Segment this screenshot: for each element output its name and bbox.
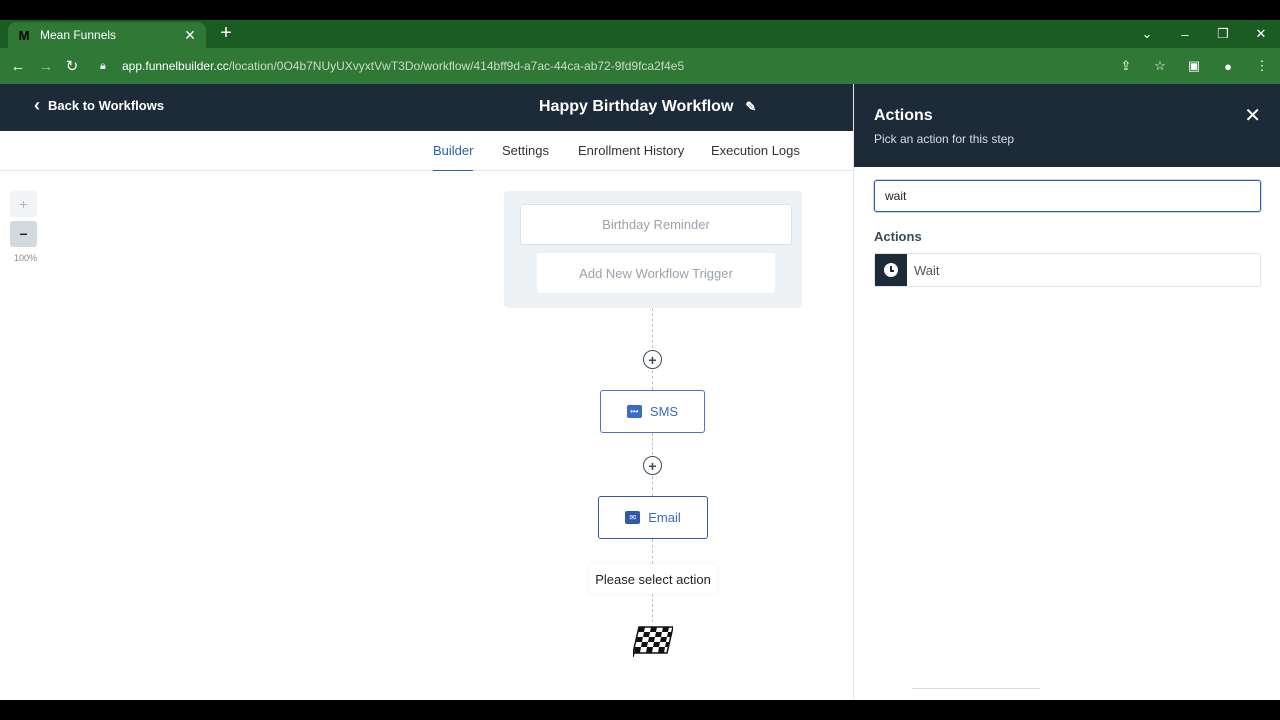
connector-line: [652, 594, 653, 622]
builder-canvas: + − 100% Birthday Reminder Add New Workf…: [0, 171, 853, 700]
zoom-in-button[interactable]: +: [10, 191, 37, 217]
add-trigger-button[interactable]: Add New Workflow Trigger: [537, 253, 775, 293]
back-label: Back to Workflows: [48, 97, 165, 113]
back-to-workflows-link[interactable]: ‹ Back to Workflows: [34, 95, 165, 115]
profile-avatar-icon[interactable]: ●: [1218, 56, 1238, 76]
workflow-title: Happy Birthday Workflow ✎: [539, 98, 756, 116]
envelope-icon: ✉: [625, 511, 641, 524]
finish-flag-icon: [633, 626, 673, 657]
minimize-icon[interactable]: –: [1166, 20, 1204, 48]
forward-arrow-icon[interactable]: →: [36, 56, 56, 76]
chevron-left-icon: ‹: [34, 95, 40, 115]
add-step-plus-icon[interactable]: +: [643, 350, 662, 369]
action-result-wait[interactable]: Wait: [874, 253, 1261, 287]
restore-icon[interactable]: ❐: [1204, 20, 1242, 48]
side-panel-icon[interactable]: ▣: [1184, 56, 1204, 76]
connector-line: [652, 476, 653, 496]
tab-title: Mean Funnels: [40, 28, 117, 42]
panel-scrollbar[interactable]: [912, 688, 1040, 689]
top-letterbox: [0, 0, 1280, 20]
tab-execution-logs[interactable]: Execution Logs: [711, 143, 800, 170]
sms-node-label: SMS: [649, 404, 679, 419]
tab-enrollment-history[interactable]: Enrollment History: [578, 143, 684, 170]
workflow-title-text: Happy Birthday Workflow: [539, 98, 734, 115]
url-host: app.funnelbuilder.cc: [122, 59, 229, 73]
message-icon: •••: [626, 405, 642, 418]
actions-section-label: Actions: [874, 229, 922, 244]
email-node-label: Email: [648, 510, 681, 525]
new-tab-icon[interactable]: +: [216, 23, 236, 44]
back-arrow-icon[interactable]: ←: [8, 56, 28, 76]
trigger-panel: Birthday Reminder Add New Workflow Trigg…: [504, 191, 802, 308]
zoom-out-button[interactable]: −: [10, 221, 37, 247]
url-path: /location/0O4b7NUyUXvyxtVwT3Do/workflow/…: [228, 59, 685, 73]
connector-line: [652, 308, 653, 348]
tab-builder[interactable]: Builder: [433, 143, 474, 172]
connector-line: [652, 370, 653, 390]
email-action-node[interactable]: ✉ Email: [598, 496, 708, 539]
browser-tab[interactable]: M Mean Funnels ✕: [8, 22, 206, 48]
lock-icon: 🔒︎: [100, 59, 106, 72]
bottom-letterbox: [0, 700, 1280, 720]
share-icon[interactable]: ⇪: [1116, 56, 1136, 76]
panel-title: Actions: [874, 107, 933, 124]
tab-settings[interactable]: Settings: [502, 143, 549, 170]
workflow-tabs: Builder Settings Enrollment History Exec…: [0, 131, 853, 172]
action-result-label: Wait: [914, 262, 940, 278]
connector-line: [652, 433, 653, 455]
window-controls: ⌄ – ❐ ✕: [1128, 20, 1280, 48]
workflow-app: ‹ Back to Workflows Happy Birthday Workf…: [0, 84, 1280, 700]
action-search-input[interactable]: [874, 180, 1261, 212]
toolbar-actions: ⇪ ☆ ▣ ● ⋮: [1116, 56, 1272, 76]
tab-search-icon[interactable]: ⌄: [1128, 20, 1166, 48]
browser-toolbar: ← → ↻ 🔒︎ app.funnelbuilder.cc/location/0…: [0, 48, 1280, 84]
app-header: ‹ Back to Workflows Happy Birthday Workf…: [0, 84, 853, 131]
trigger-birthday-reminder[interactable]: Birthday Reminder: [520, 204, 792, 245]
panel-subtitle: Pick an action for this step: [874, 132, 1015, 146]
tab-close-icon[interactable]: ✕: [182, 27, 198, 44]
browser-menu-icon[interactable]: ⋮: [1252, 56, 1272, 76]
window-close-icon[interactable]: ✕: [1242, 20, 1280, 48]
bookmark-star-icon[interactable]: ☆: [1150, 56, 1170, 76]
add-step-plus-icon[interactable]: +: [643, 456, 662, 475]
actions-panel: Actions Pick an action for this step ✕ A…: [853, 84, 1280, 700]
select-action-placeholder[interactable]: Please select action: [589, 564, 717, 594]
zoom-level: 100%: [14, 253, 38, 263]
sms-action-node[interactable]: ••• SMS: [600, 390, 705, 433]
edit-pencil-icon[interactable]: ✎: [745, 99, 756, 115]
browser-tabstrip: M Mean Funnels ✕ + ⌄ – ❐ ✕: [0, 20, 1280, 48]
reload-icon[interactable]: ↻: [62, 56, 82, 76]
clock-icon: [875, 254, 907, 286]
actions-panel-header: Actions Pick an action for this step ✕: [854, 84, 1280, 167]
connector-line: [652, 539, 653, 564]
mean-funnels-favicon-icon: M: [18, 27, 30, 43]
address-bar[interactable]: 🔒︎ app.funnelbuilder.cc/location/0O4b7NU…: [90, 52, 1090, 80]
close-icon[interactable]: ✕: [1244, 106, 1261, 126]
